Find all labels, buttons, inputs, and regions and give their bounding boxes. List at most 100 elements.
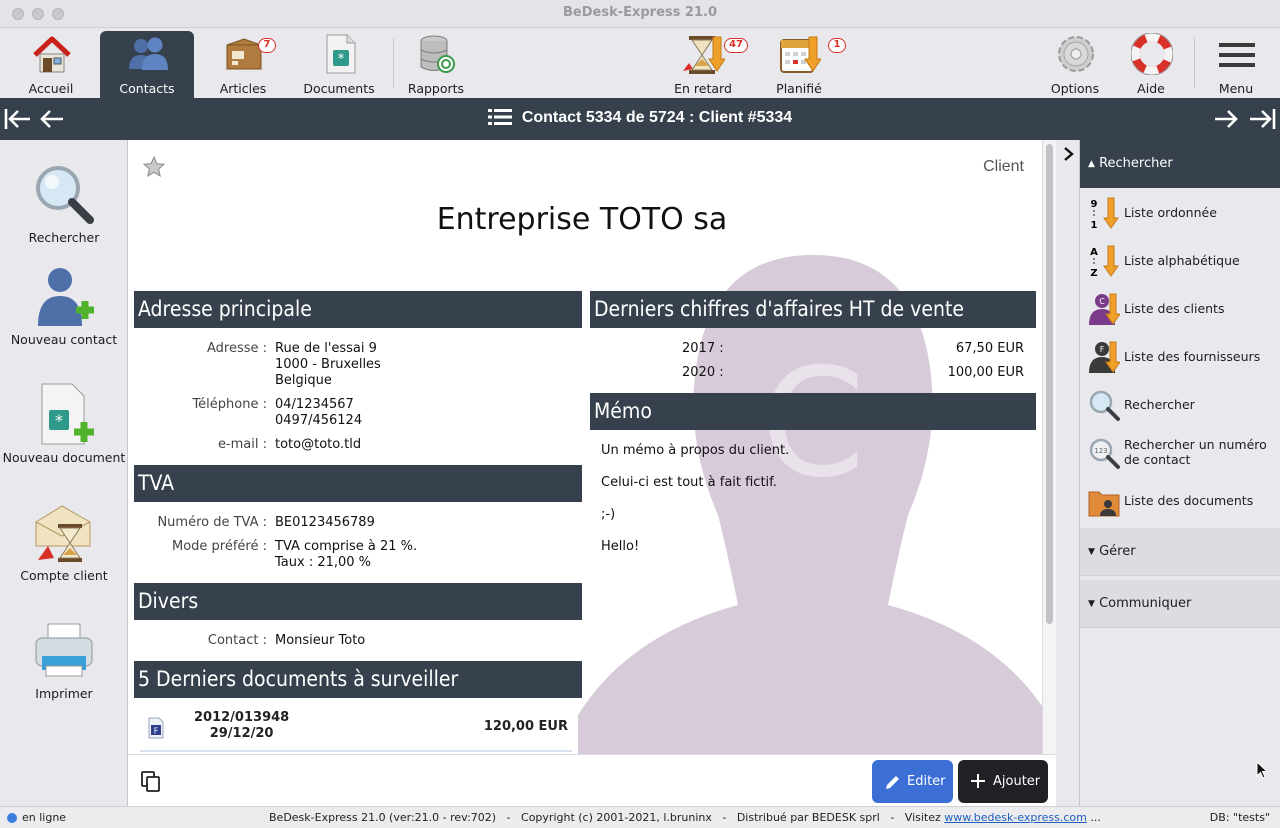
toolbar-planifie[interactable]: 1 Planifié [752,31,846,98]
magnifier-icon [1089,390,1120,421]
search-action[interactable]: Rechercher [0,162,128,245]
toolbar-accueil[interactable]: Accueil [4,31,98,98]
toolbar-articles[interactable]: 7 Articles [196,31,290,98]
phone-value[interactable]: 04/1234567 0497/456124 [275,397,362,429]
record-navbar: Contact 5334 de 5724 : Client #5334 [0,98,1280,140]
print-action[interactable]: Imprimer [0,618,128,701]
toolbar-menu[interactable]: Menu [1189,31,1280,98]
communicate-panel-header[interactable]: ▼ Communiquer [1080,580,1280,628]
new-document-action[interactable]: * Nouveau document [0,382,128,465]
magnifier-icon [36,166,94,224]
document-row[interactable]: F 2012/013948 29/12/20 120,00 EUR [140,707,572,752]
sidebar-item-liste-alphabetique[interactable]: A Z Liste alphabétique [1080,238,1280,282]
tva-mode-value: TVA comprise à 21 %. Taux : 21,00 % [275,539,418,570]
articles-badge: 7 [258,38,276,53]
edit-button[interactable]: Editer [872,760,953,803]
svg-text:Z: Z [1090,268,1097,278]
search-panel-header[interactable]: ▲ Rechercher [1080,140,1280,188]
turnover-amount: 100,00 EUR [947,365,1024,380]
svg-text:F: F [154,727,159,736]
box-icon [226,38,262,70]
sidebar-item-liste-ordonnee[interactable]: 9 1 Liste ordonnée [1080,190,1280,234]
favorite-star-icon[interactable] [142,155,166,179]
svg-text:A: A [1090,247,1098,258]
contact-person-value: Monsieur Toto [275,633,366,648]
sort-numeric-icon: 9 1 [1091,197,1119,230]
record-title[interactable]: Contact 5334 de 5724 : Client #5334 [0,108,1280,127]
sidebar-item-liste-documents[interactable]: Liste des documents [1080,478,1280,522]
turnover-year: 2017 : [682,341,724,356]
sidebar-collapse-tab[interactable] [1056,140,1080,806]
status-info: BeDesk-Express 21.0 (ver:21.0 - rev:702)… [269,811,1101,824]
content-scrollbar[interactable] [1042,140,1056,754]
sidebar-item-liste-clients[interactable]: C Liste des clients [1080,286,1280,330]
toolbar-aide[interactable]: Aide [1104,31,1198,98]
add-person-icon [38,268,94,326]
plus-icon [971,774,985,788]
en-retard-badge: 47 [724,38,748,53]
printer-icon [35,623,93,677]
toolbar-contacts[interactable]: Contacts [100,31,194,98]
hourglass-icon [683,36,725,74]
online-status-icon [7,813,17,823]
title-bar: BeDesk-Express 21.0 [0,0,1280,28]
pencil-icon [886,776,899,789]
document-icon: * [326,34,356,74]
house-icon [33,36,71,73]
sidebar-item-rechercher-numero[interactable]: 123 Rechercher un numéro de contact [1080,430,1280,474]
left-action-bar: Rechercher Nouveau contact * Nouveau doc… [0,140,128,806]
chevron-down-icon: ▼ [1088,547,1095,557]
website-link[interactable]: www.bedesk-express.com [944,811,1087,824]
database-icon [420,35,455,73]
tva-section-header: TVA [134,465,582,502]
tva-mode-label: Mode préféré : [171,539,267,554]
chevron-up-icon: ▲ [1088,159,1095,169]
documents-section-header: 5 Derniers documents à surveiller [134,661,582,698]
clients-list-icon: C [1089,293,1120,325]
memo-line: Hello! [601,539,640,554]
memo-line: ;-) [601,507,616,522]
memo-section-header: Mémo [590,393,1036,430]
svg-text:*: * [338,52,345,67]
svg-text:1: 1 [1091,220,1098,230]
email-value[interactable]: toto@toto.tld [275,437,361,453]
address-section-header: Adresse principale [134,291,582,328]
hamburger-icon [1219,43,1255,67]
new-contact-action[interactable]: Nouveau contact [0,264,128,347]
lifebuoy-icon [1131,33,1173,75]
last-record-icon[interactable] [1246,104,1278,134]
add-document-icon: * [41,383,94,445]
calendar-icon [780,36,821,73]
mouse-cursor-icon [1256,761,1268,779]
add-button[interactable]: Ajouter [958,760,1048,803]
bottom-action-bar: Editer Ajouter [128,754,1056,806]
planifie-badge: 1 [828,38,846,53]
phone-label: Téléphone : [192,397,267,412]
account-icon [35,505,91,562]
scrollbar-thumb[interactable] [1046,144,1053,624]
search-number-icon: 123 [1089,438,1120,469]
list-icon [487,109,512,125]
sidebar-item-rechercher[interactable]: Rechercher [1080,382,1280,426]
database-name: DB: "tests" [1209,811,1270,824]
toolbar-documents[interactable]: * Documents [292,31,386,98]
document-number: 2012/013948 29/12/20 [194,710,290,741]
window-title: BeDesk-Express 21.0 [563,5,717,20]
contacts-icon [129,37,168,70]
divers-section-header: Divers [134,583,582,620]
document-amount: 120,00 EUR [483,719,568,734]
memo-line: Celui-ci est tout à fait fictif. [601,475,777,490]
tva-number-value: BE0123456789 [275,515,375,530]
next-record-icon[interactable] [1210,104,1242,134]
svg-text:F: F [1100,345,1105,354]
sidebar-item-liste-fournisseurs[interactable]: F Liste des fournisseurs [1080,334,1280,378]
toolbar-rapports[interactable]: Rapports [389,31,483,98]
client-account-action[interactable]: Compte client [0,500,128,583]
right-sidebar: ▲ Rechercher 9 1 Liste ordonnée A Z List… [1080,140,1280,806]
turnover-amount: 67,50 EUR [955,341,1024,356]
copy-icon[interactable] [141,771,161,793]
contact-detail-panel: C Client Entreprise TOTO sa Adresse prin… [128,140,1042,754]
status-bar: en ligne BeDesk-Express 21.0 (ver:21.0 -… [0,806,1280,828]
manage-panel-header[interactable]: ▼ Gérer [1080,528,1280,576]
toolbar-en-retard[interactable]: 47 En retard [656,31,750,98]
